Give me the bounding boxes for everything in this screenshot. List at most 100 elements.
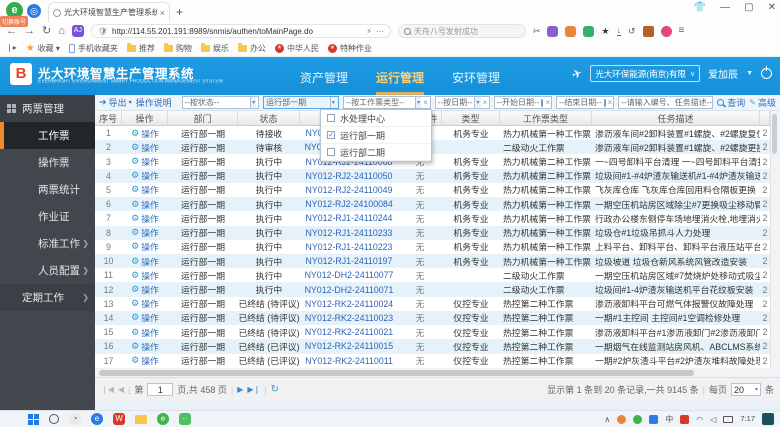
advanced-button[interactable]: ✎ 高级	[749, 96, 776, 109]
column-header[interactable]: 任务描述	[592, 111, 760, 125]
flash-icon[interactable]: ⚡	[366, 27, 372, 36]
extensions-icon[interactable]: ★	[601, 27, 609, 36]
operate-link[interactable]: 操作	[141, 212, 159, 225]
checkbox-checked-icon[interactable]: ✓	[327, 131, 335, 139]
wps-icon[interactable]: W	[113, 413, 125, 425]
column-header[interactable]: 操作	[122, 111, 168, 125]
dept-filter-select[interactable]: 运行部一期▾	[263, 96, 339, 109]
operate-link[interactable]: 操作	[141, 240, 159, 253]
logout-power-icon[interactable]	[761, 68, 772, 79]
operate-link[interactable]: 操作	[141, 297, 159, 310]
ticket-code-link[interactable]: NY012-RK2-24110015	[300, 339, 398, 353]
minimize-button[interactable]: —	[720, 2, 730, 13]
ticket-code-link[interactable]: NY012-RJ1-24110244	[300, 211, 398, 225]
ticket-type-filter-select[interactable]: --按工作票类型--▾×	[343, 96, 431, 109]
url-bar[interactable]: 🛡 http://114.55.201.191:8989/snmis/authe…	[91, 24, 391, 38]
ticket-code-link[interactable]: NY012-RJ1-24110197	[300, 254, 398, 268]
sidebar-item-定期工作[interactable]: 定期工作❯	[0, 284, 95, 311]
per-page-select[interactable]: 20 ▾	[731, 383, 761, 396]
tray-blue-shield-icon[interactable]	[649, 415, 658, 424]
table-row[interactable]: 4⚙操作运行部一期执行中NY012-RJ2-24110050无机务专业热力机械第…	[95, 169, 770, 183]
date-filter-select[interactable]: --按日期--▾×	[435, 96, 490, 109]
switch-account-badge[interactable]: 切换账号	[0, 16, 28, 27]
nav-tab-运行管理[interactable]: 运行管理	[376, 69, 424, 95]
ticket-code-link[interactable]: NY012-RJ1-24110233	[300, 226, 398, 240]
table-row[interactable]: 13⚙操作运行部一期已终结 (待评议)NY012-RK2-24110024无仪控…	[95, 297, 770, 311]
operate-cell[interactable]: ⚙操作	[122, 240, 168, 254]
column-header[interactable]: 工作票类型	[500, 111, 592, 125]
column-header[interactable]: 状态	[238, 111, 300, 125]
bookmark-item[interactable]: ★收藏 ▾	[26, 43, 60, 54]
operate-link[interactable]: 操作	[141, 283, 159, 296]
operate-cell[interactable]: ⚙操作	[122, 183, 168, 197]
tab-close-icon[interactable]: ×	[160, 8, 165, 18]
operate-link[interactable]: 操作	[141, 255, 159, 268]
nav-tab-资产管理[interactable]: 资产管理	[300, 69, 348, 95]
wechat-icon[interactable]: ··	[179, 413, 191, 425]
ticket-code-link[interactable]: NY012-RJ2-24110050	[300, 169, 398, 183]
sidebar-item-人员配置[interactable]: 人员配置❯	[0, 257, 95, 284]
user-caret-icon[interactable]: ▼	[746, 70, 753, 77]
operate-cell[interactable]: ⚙操作	[122, 126, 168, 140]
volume-icon[interactable]: ◁	[710, 415, 716, 424]
table-row[interactable]: 16⚙操作运行部一期已终结 (已评议)NY012-RK2-24110015无仪控…	[95, 339, 770, 353]
operate-cell[interactable]: ⚙操作	[122, 226, 168, 240]
battery-icon[interactable]	[723, 416, 733, 423]
ticket-code-link[interactable]: NY012-DH2-24110077	[300, 268, 398, 282]
table-row[interactable]: 2⚙操作运行部一期待审核NY012-DH2-24110076无二级动火工作票渗沥…	[95, 140, 770, 154]
sidebar-item-两票统计[interactable]: 两票统计	[0, 176, 95, 203]
clear-icon[interactable]: ×	[608, 98, 613, 107]
bookmark-item[interactable]: 购物	[164, 43, 192, 54]
operate-link[interactable]: 操作	[141, 269, 159, 282]
calendar-icon[interactable]	[541, 99, 543, 107]
nav-tab-安环管理[interactable]: 安环管理	[452, 69, 500, 95]
first-page-icon[interactable]: ❘◀	[101, 385, 114, 394]
prev-page-icon[interactable]: ◀	[118, 385, 124, 394]
clear-icon[interactable]: ×	[545, 98, 550, 107]
table-row[interactable]: 3⚙操作运行部一期执行中NY012-RJ2-24110068无机务专业热力机械第…	[95, 154, 770, 168]
operate-link[interactable]: 操作	[141, 198, 159, 211]
bookmarks-expand-icon[interactable]: ❘▸	[6, 44, 17, 52]
widgets-icon[interactable]: ◔	[69, 413, 81, 425]
table-row[interactable]: 14⚙操作运行部一期已终结 (待评议)NY012-RK2-24110023无仪控…	[95, 311, 770, 325]
ime-indicator[interactable]: 中	[665, 414, 673, 425]
dropdown-option-水处理中心[interactable]: 水处理中心	[321, 110, 431, 127]
start-button[interactable]	[28, 414, 39, 425]
table-row[interactable]: 10⚙操作运行部一期执行中NY012-RJ1-24110197无机务专业热力机械…	[95, 254, 770, 268]
operate-link[interactable]: 操作	[141, 326, 159, 339]
bookmark-item[interactable]: 娱乐	[201, 43, 229, 54]
operate-link[interactable]: 操作	[141, 155, 159, 168]
table-row[interactable]: 11⚙操作运行部一期执行中NY012-DH2-24110077无二级动火工作票一…	[95, 268, 770, 282]
browser-tab[interactable]: 光大环境智慧生产管理系统 ×	[48, 2, 170, 22]
new-tab-button[interactable]: +	[176, 5, 183, 19]
horizontal-scrollbar[interactable]	[95, 368, 770, 377]
table-row[interactable]: 17⚙操作运行部一期已终结 (已评议)NY012-RK2-24110011无仪控…	[95, 354, 770, 368]
operate-cell[interactable]: ⚙操作	[122, 282, 168, 296]
start-date-input[interactable]: --开始日期--×	[494, 96, 552, 109]
ticket-code-link[interactable]: NY012-DH2-24110071	[300, 282, 398, 296]
table-row[interactable]: 9⚙操作运行部一期执行中NY012-RJ1-24110223无机务专业热力机械第…	[95, 240, 770, 254]
bookmark-item[interactable]: 手机收藏夹	[69, 43, 118, 54]
tray-red-icon[interactable]	[680, 415, 689, 424]
operate-cell[interactable]: ⚙操作	[122, 268, 168, 282]
tray-chevron-up-icon[interactable]: ∧	[604, 415, 610, 424]
menu-icon[interactable]: ≡	[679, 26, 685, 36]
edge-browser-icon[interactable]: e	[91, 413, 103, 425]
skin-icon[interactable]: 👕	[694, 2, 706, 13]
message-plane-icon[interactable]: ✈	[570, 65, 584, 82]
last-page-icon[interactable]: ▶❘	[247, 385, 260, 394]
clear-icon[interactable]: ×	[423, 98, 428, 107]
taskbar-search-icon[interactable]	[49, 414, 59, 424]
clear-icon[interactable]: ×	[483, 98, 488, 107]
close-button[interactable]: ✕	[768, 2, 776, 13]
operate-cell[interactable]: ⚙操作	[122, 325, 168, 339]
operate-cell[interactable]: ⚙操作	[122, 197, 168, 211]
end-date-input[interactable]: --结束日期--×	[556, 96, 614, 109]
sidebar-item-作业证[interactable]: 作业证	[0, 203, 95, 230]
file-explorer-icon[interactable]	[135, 415, 147, 424]
back-icon[interactable]: ←	[6, 26, 17, 37]
browser-profile-icon[interactable]: ◎	[27, 4, 41, 18]
next-page-icon[interactable]: ▶	[237, 385, 243, 394]
bookmark-item[interactable]: ★特种作业	[328, 43, 372, 54]
sidebar-item-工作票[interactable]: 工作票	[0, 122, 95, 149]
